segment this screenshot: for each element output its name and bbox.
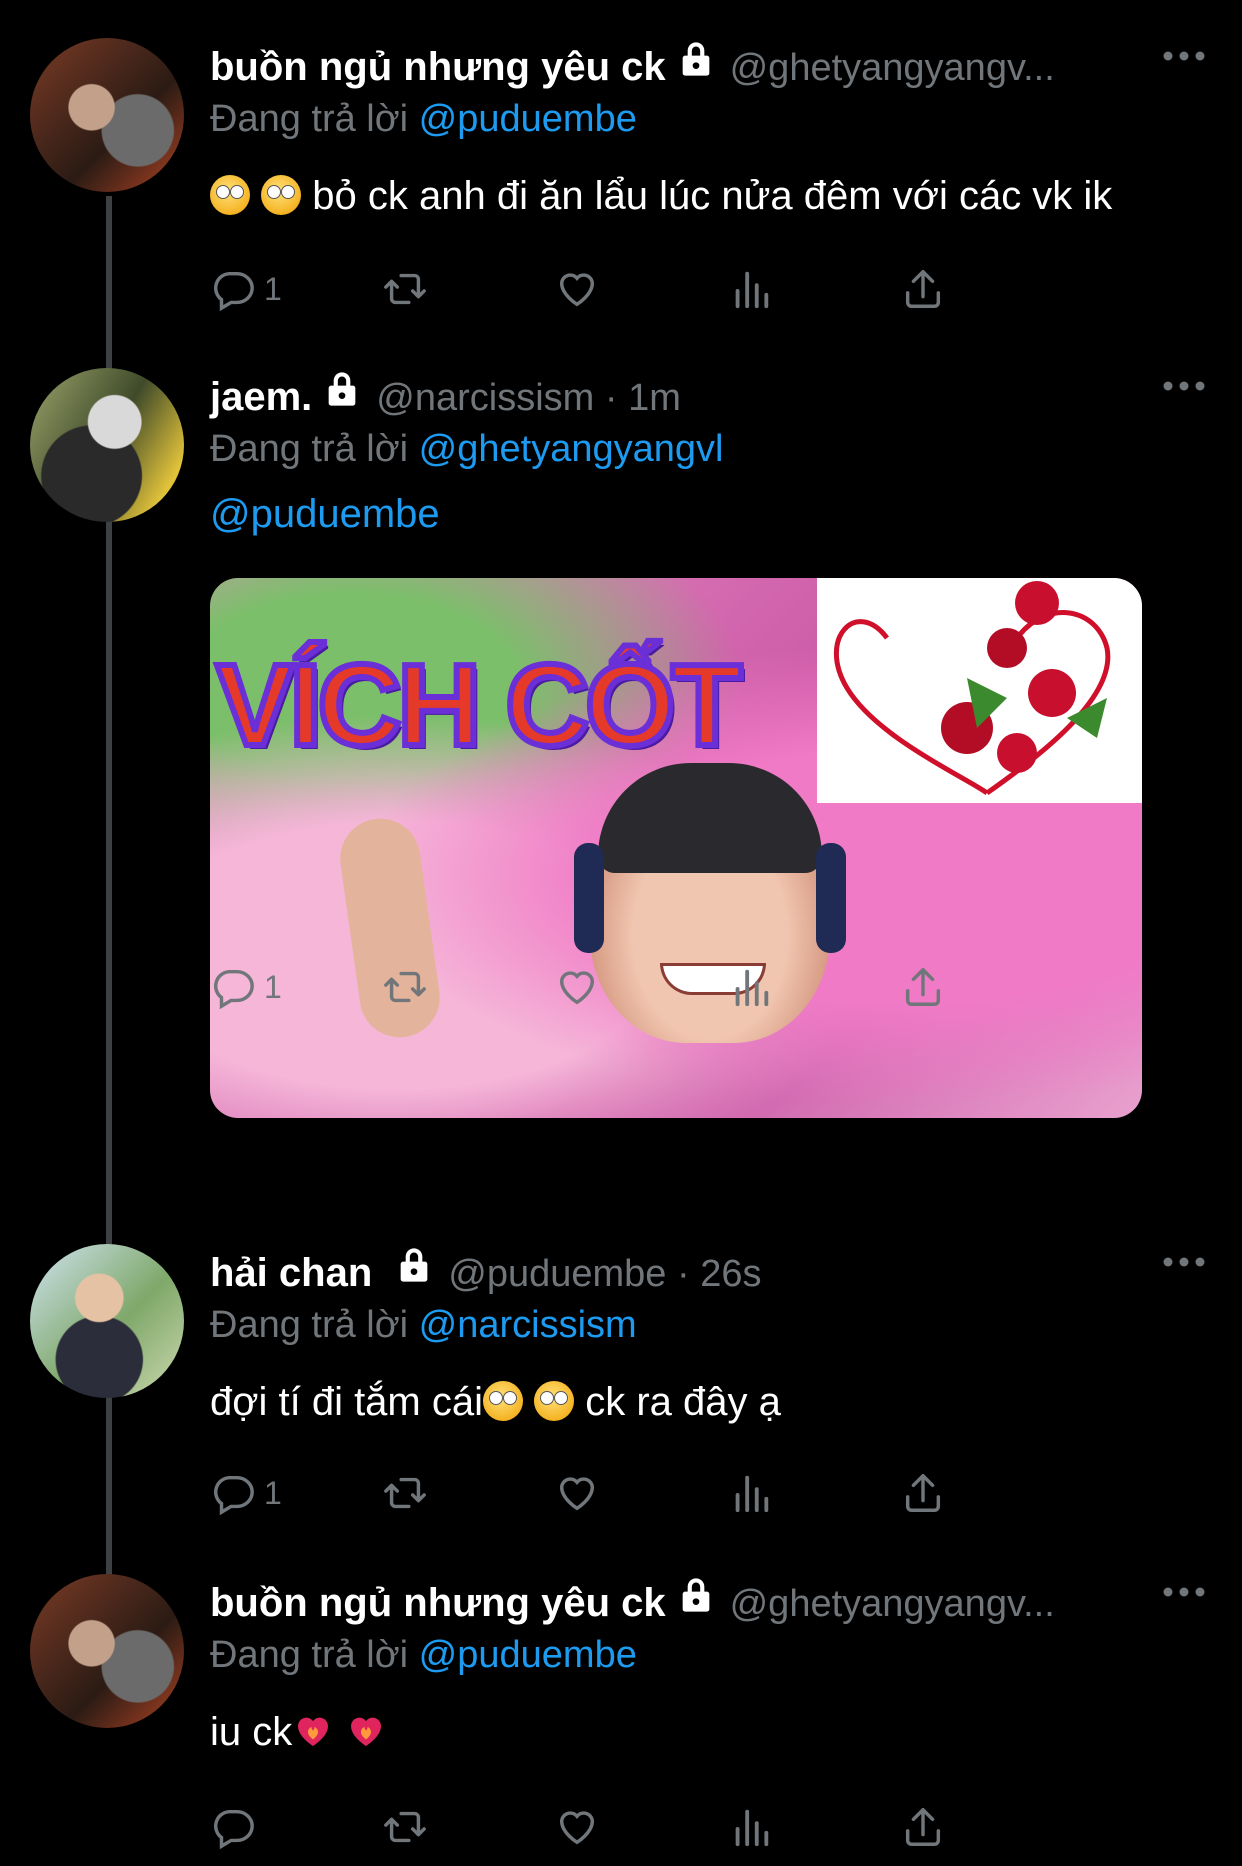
share-button[interactable] xyxy=(900,1470,946,1516)
lock-icon xyxy=(676,38,716,80)
retweet-button[interactable] xyxy=(382,1470,428,1516)
reply-button[interactable]: 1 xyxy=(210,1470,282,1516)
replying-to: Đang trả lời @ghetyangyangvl xyxy=(210,428,1206,474)
tweet-actions xyxy=(210,1804,1090,1864)
reply-button[interactable]: 1 xyxy=(210,266,282,312)
eye-roll-emoji xyxy=(534,1381,575,1421)
image-heart-panel xyxy=(817,578,1142,803)
tweet-text: bỏ ck anh đi ăn lẩu lúc nửa đêm với các … xyxy=(210,174,1206,219)
username[interactable]: @ghetyangyangv... xyxy=(730,47,1206,90)
tweet-text-content: iu ck xyxy=(210,1710,293,1754)
replying-to-mention[interactable]: @narcissism xyxy=(419,1304,637,1346)
reply-icon xyxy=(210,1804,256,1850)
views-button[interactable] xyxy=(728,266,774,312)
lock-icon xyxy=(394,1244,434,1286)
reply-icon xyxy=(210,1470,256,1516)
tweet-actions: 1 xyxy=(210,266,1090,326)
share-icon xyxy=(900,964,946,1010)
retweet-icon xyxy=(382,1470,428,1516)
more-icon[interactable] xyxy=(1162,1252,1206,1272)
tweet-text-part-2: ck ra đây ạ xyxy=(574,1380,781,1424)
views-icon xyxy=(728,266,774,312)
like-icon xyxy=(554,1470,600,1516)
reply-icon xyxy=(210,266,256,312)
like-icon xyxy=(554,964,600,1010)
tweet-actions: 1 xyxy=(210,1470,1090,1530)
replying-to-label: Đang trả lời xyxy=(210,98,419,140)
reply-icon xyxy=(210,964,256,1010)
share-icon xyxy=(900,1470,946,1516)
eye-roll-emoji xyxy=(261,175,302,215)
display-name[interactable]: buồn ngủ nhưng yêu ck xyxy=(210,1581,666,1626)
username[interactable]: @puduembe · 26s xyxy=(448,1253,1206,1296)
tweet-text-part-1: đợi tí đi tắm cái xyxy=(210,1380,483,1424)
replying-to: Đang trả lời @puduembe xyxy=(210,98,1206,144)
replying-to-mention[interactable]: @ghetyangyangvl xyxy=(419,428,724,470)
retweet-button[interactable] xyxy=(382,964,428,1010)
more-icon[interactable] xyxy=(1162,376,1206,396)
rose-heart-graphic xyxy=(833,581,1111,796)
retweet-button[interactable] xyxy=(382,1804,428,1850)
retweet-icon xyxy=(382,266,428,312)
share-button[interactable] xyxy=(900,964,946,1010)
retweet-icon xyxy=(382,964,428,1010)
tweet-mention[interactable]: @puduembe xyxy=(210,492,440,536)
heart-on-fire-emoji xyxy=(292,1711,334,1751)
like-icon xyxy=(554,1804,600,1850)
tweet-text: iu ck xyxy=(210,1710,1206,1755)
replying-to: Đang trả lời @puduembe xyxy=(210,1634,1206,1680)
like-button[interactable] xyxy=(554,964,600,1010)
lock-icon xyxy=(322,368,362,410)
tweet-image[interactable]: VÍCH CỐT xyxy=(210,578,1142,1118)
retweet-button[interactable] xyxy=(382,266,428,312)
avatar[interactable] xyxy=(30,368,184,522)
reply-count: 1 xyxy=(264,270,282,307)
views-icon xyxy=(728,1804,774,1850)
heart-on-fire-emoji xyxy=(345,1711,387,1751)
reply-button[interactable]: 1 xyxy=(210,964,282,1010)
username[interactable]: @narcissism · 1m xyxy=(376,377,1206,420)
replying-to-label: Đang trả lời xyxy=(210,428,419,470)
share-icon xyxy=(900,266,946,312)
views-icon xyxy=(728,1470,774,1516)
replying-to: Đang trả lời @narcissism xyxy=(210,1304,1206,1350)
share-icon xyxy=(900,1804,946,1850)
tweet-actions: 1 xyxy=(210,964,1090,1024)
display-name[interactable]: jaem. xyxy=(210,375,312,420)
avatar[interactable] xyxy=(30,1574,184,1728)
reply-button[interactable] xyxy=(210,1804,264,1850)
replying-to-mention[interactable]: @puduembe xyxy=(419,98,637,140)
views-button[interactable] xyxy=(728,1470,774,1516)
share-button[interactable] xyxy=(900,266,946,312)
like-button[interactable] xyxy=(554,1470,600,1516)
replying-to-mention[interactable]: @puduembe xyxy=(419,1634,637,1676)
eye-roll-emoji xyxy=(210,175,250,215)
tweet-text: @puduembe xyxy=(210,492,1206,537)
replying-to-label: Đang trả lời xyxy=(210,1634,419,1676)
views-icon xyxy=(728,964,774,1010)
tweet-text-content: bỏ ck anh đi ăn lẩu lúc nửa đêm với các … xyxy=(312,174,1113,218)
username[interactable]: @ghetyangyangv... xyxy=(730,1583,1206,1626)
more-icon[interactable] xyxy=(1162,1582,1206,1602)
tweet-text: đợi tí đi tắm cái ck ra đây ạ xyxy=(210,1380,1206,1425)
like-button[interactable] xyxy=(554,266,600,312)
display-name[interactable]: buồn ngủ nhưng yêu ck xyxy=(210,45,666,90)
eye-roll-emoji xyxy=(483,1381,523,1421)
lock-icon xyxy=(676,1574,716,1616)
display-name[interactable]: hải chan xyxy=(210,1251,372,1296)
like-icon xyxy=(554,266,600,312)
avatar[interactable] xyxy=(30,1244,184,1398)
image-caption: VÍCH CỐT xyxy=(213,637,745,773)
avatar[interactable] xyxy=(30,38,184,192)
more-icon[interactable] xyxy=(1162,46,1206,66)
reply-count: 1 xyxy=(264,1474,282,1511)
views-button[interactable] xyxy=(728,964,774,1010)
reply-count: 1 xyxy=(264,968,282,1005)
like-button[interactable] xyxy=(554,1804,600,1850)
views-button[interactable] xyxy=(728,1804,774,1850)
retweet-icon xyxy=(382,1804,428,1850)
replying-to-label: Đang trả lời xyxy=(210,1304,419,1346)
share-button[interactable] xyxy=(900,1804,946,1850)
